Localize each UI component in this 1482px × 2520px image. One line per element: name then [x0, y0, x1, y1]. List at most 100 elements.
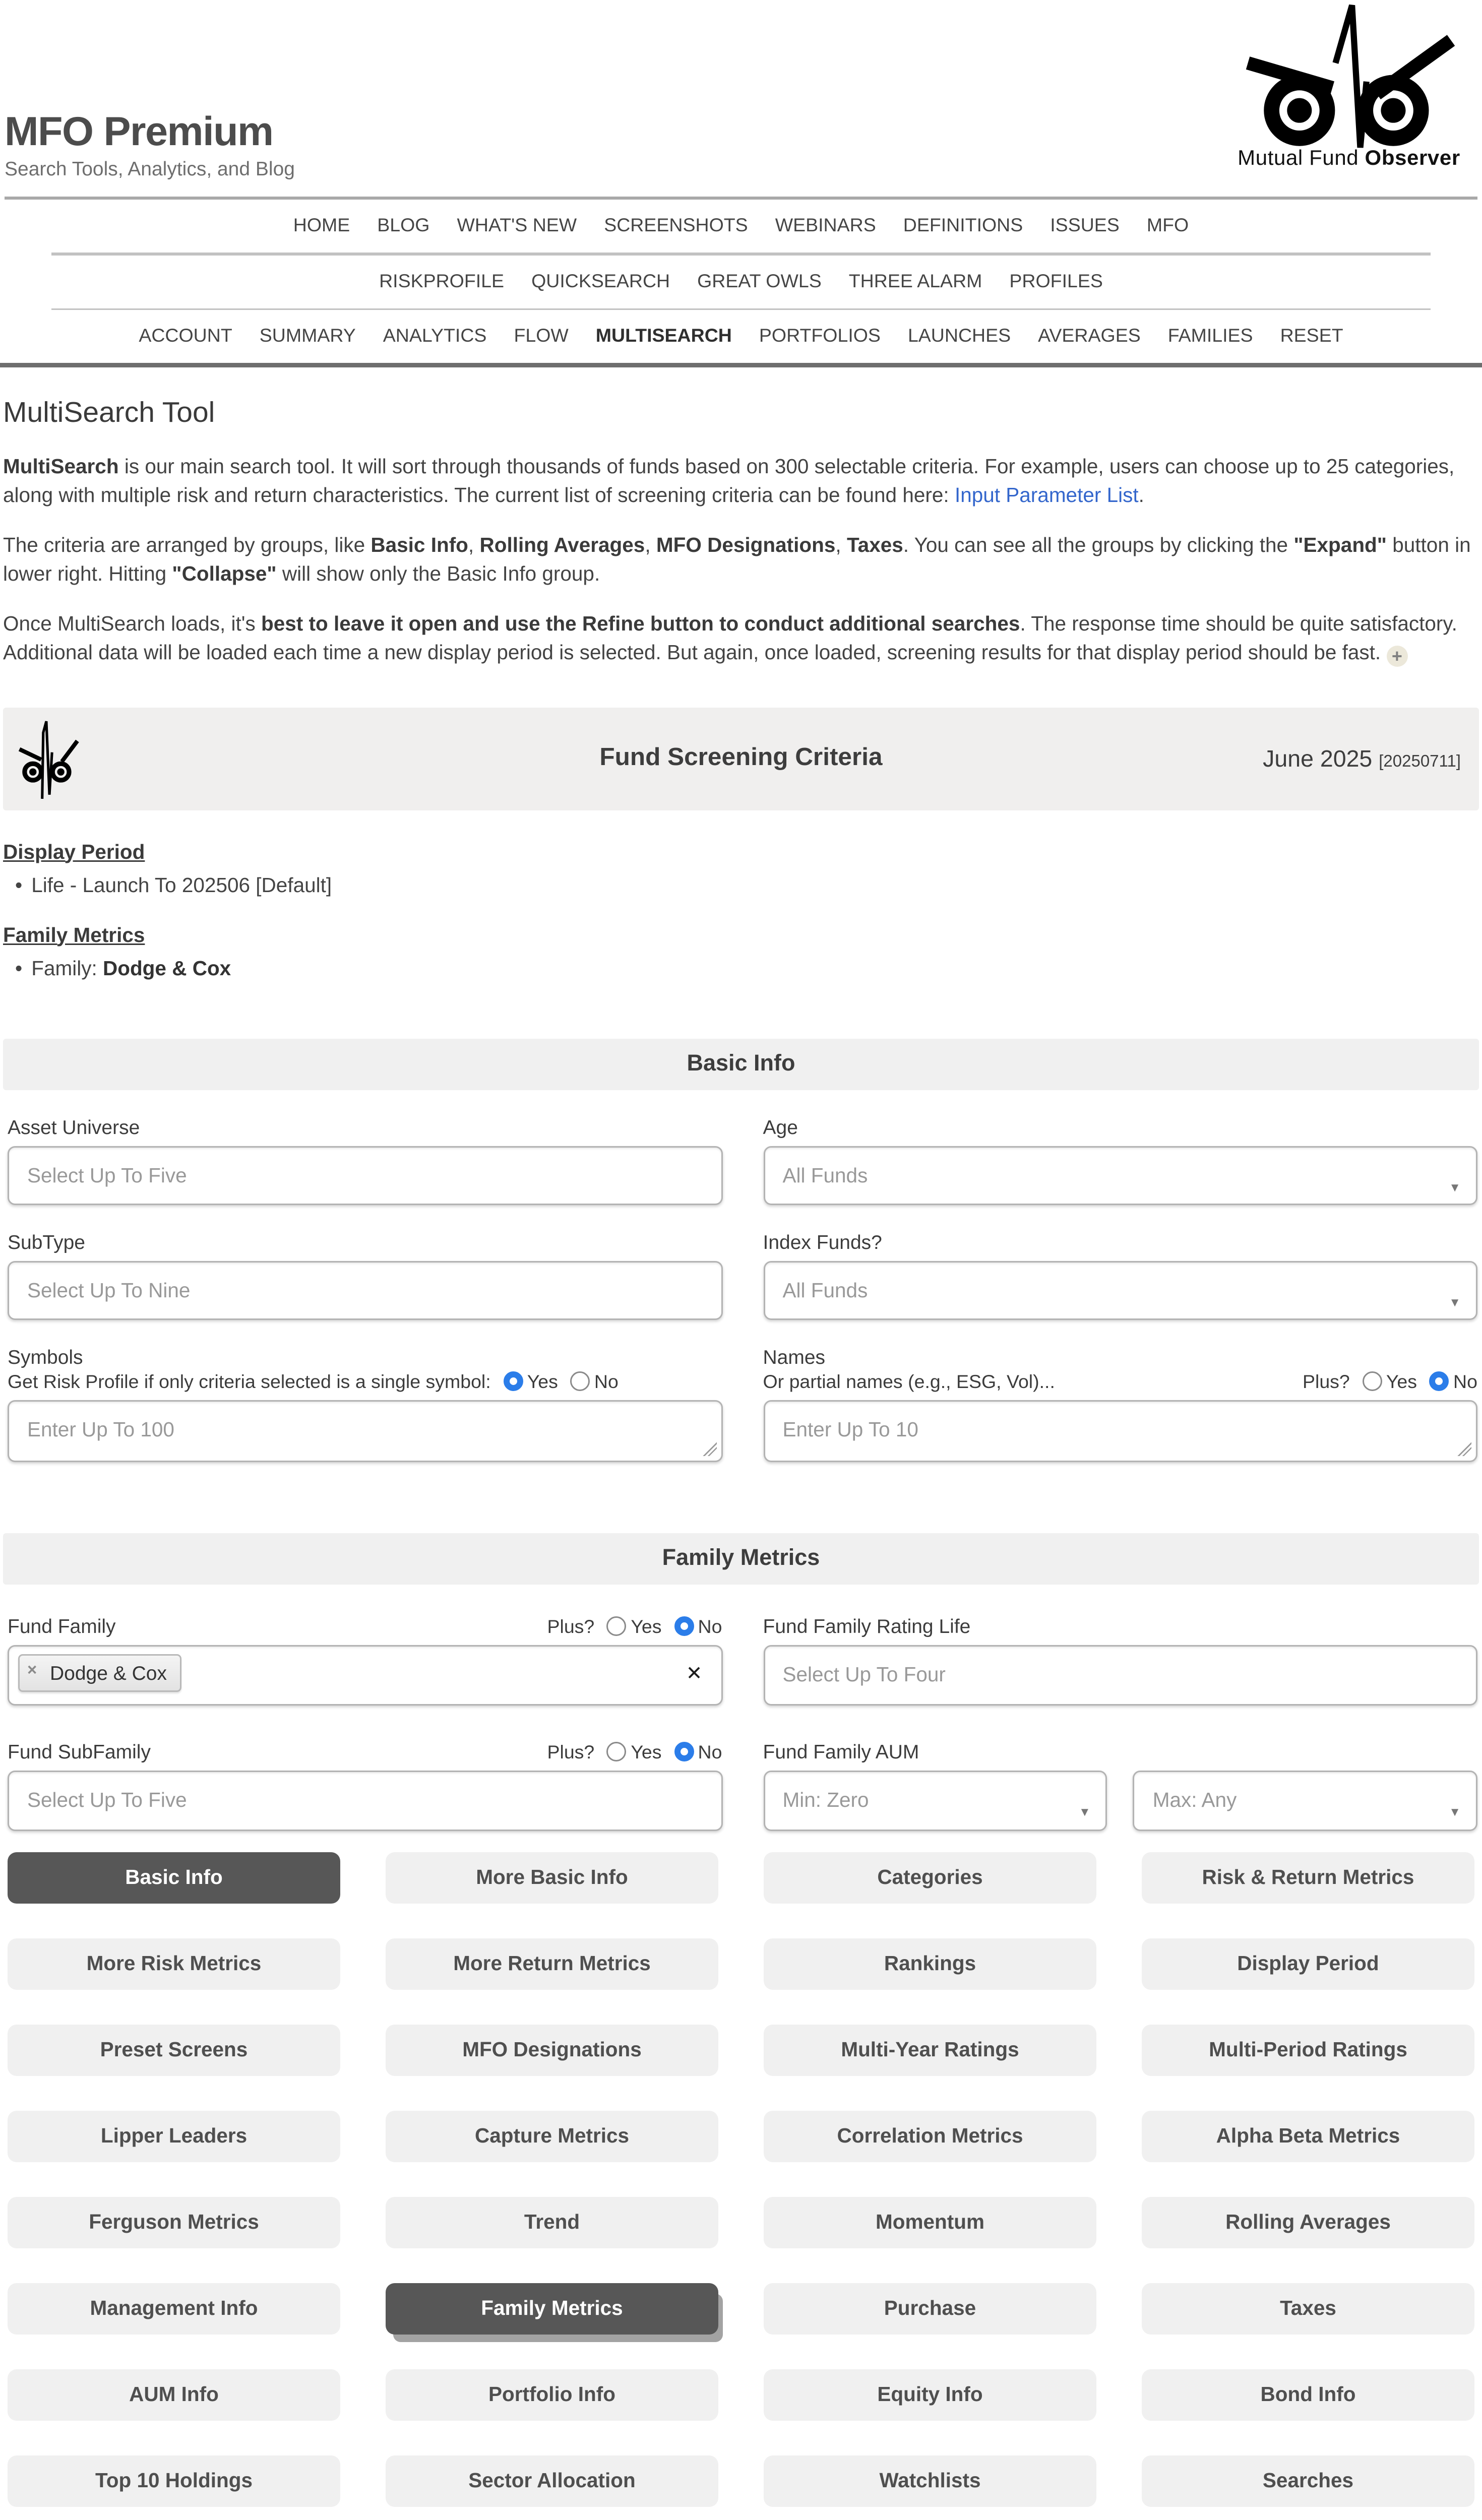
nav-row-premium: ACCOUNT SUMMARY ANALYTICS FLOW MULTISEARCH PO… [0, 310, 1482, 363]
chip-remove-icon[interactable]: × [27, 1661, 37, 1679]
nav-item[interactable]: AVERAGES [1038, 310, 1141, 363]
subfamily-plus-no-radio[interactable] [674, 1741, 694, 1761]
nav-item[interactable]: MULTISEARCH [596, 310, 732, 363]
nav-item[interactable]: ISSUES [1050, 200, 1120, 253]
fund-family-field: Fund Family Plus?YesNo ×Dodge & Cox ✕ [8, 1584, 722, 1705]
site-header: MFO Premium Search Tools, Analytics, and… [0, 0, 1482, 200]
criteria-group-button[interactable]: Multi-Period Ratings [1142, 2024, 1474, 2075]
criteria-group-button[interactable]: Alpha Beta Metrics [1142, 2110, 1474, 2162]
nav-item[interactable]: QUICKSEARCH [531, 255, 670, 308]
symbols-risk-no-radio[interactable] [570, 1371, 590, 1391]
criteria-group-button[interactable]: Lipper Leaders [8, 2110, 340, 2162]
family-metrics-section-header: Family Metrics [3, 1533, 1479, 1584]
rating-life-input[interactable] [763, 1645, 1478, 1705]
nav-item[interactable]: FAMILIES [1168, 310, 1253, 363]
criteria-group-button[interactable]: Purchase [764, 2283, 1096, 2334]
criteria-group-button[interactable]: Portfolio Info [386, 2369, 718, 2420]
nav-item[interactable]: GREAT OWLS [697, 255, 822, 308]
age-label: Age [763, 1115, 798, 1138]
criteria-group-button[interactable]: Top 10 Holdings [8, 2455, 340, 2506]
fund-family-input[interactable]: ×Dodge & Cox ✕ [8, 1645, 722, 1705]
names-plus-yes-radio[interactable] [1362, 1371, 1382, 1391]
criteria-group-button[interactable]: Risk & Return Metrics [1142, 1852, 1474, 1903]
names-plus-no-radio[interactable] [1429, 1371, 1449, 1391]
nav-item[interactable]: RESET [1280, 310, 1343, 363]
age-select[interactable]: All Funds▼ [763, 1146, 1478, 1205]
criteria-group-button[interactable]: Correlation Metrics [764, 2110, 1096, 2162]
age-field: Age All Funds▼ [763, 1090, 1478, 1205]
nav-item[interactable]: ACCOUNT [139, 310, 232, 363]
subtype-input[interactable] [8, 1261, 722, 1319]
nav-item[interactable]: WEBINARS [775, 200, 876, 253]
criteria-group-button[interactable]: Taxes [1142, 2283, 1474, 2334]
fund-family-rating-life-field: Fund Family Rating Life [763, 1584, 1478, 1705]
criteria-summary: Display Period •Life - Launch To 202506 … [3, 840, 1479, 979]
criteria-group-button[interactable]: Momentum [764, 2196, 1096, 2248]
criteria-group-button[interactable]: Bond Info [1142, 2369, 1474, 2420]
criteria-group-button[interactable]: Rankings [764, 1938, 1096, 1989]
nav-item[interactable]: SCREENSHOTS [604, 200, 748, 253]
fund-family-aum-field: Fund Family AUM Min: Zero▼ Max: Any▼ [763, 1705, 1478, 1831]
nav-item[interactable]: BLOG [377, 200, 429, 253]
nav-item[interactable]: THREE ALARM [849, 255, 982, 308]
nav-item[interactable]: DEFINITIONS [903, 200, 1023, 253]
symbols-textarea[interactable] [8, 1400, 722, 1462]
subfamily-plus-yes-radio[interactable] [606, 1741, 626, 1761]
fund-family-plus-yes-radio[interactable] [606, 1616, 626, 1635]
criteria-group-button[interactable]: Categories [764, 1852, 1096, 1903]
criteria-group-button[interactable]: Watchlists [764, 2455, 1096, 2506]
nav-item[interactable]: MFO [1147, 200, 1189, 253]
asset-universe-input[interactable] [8, 1146, 722, 1205]
symbols-field: Symbols Get Risk Profile if only criteri… [8, 1319, 722, 1469]
clear-field-icon[interactable]: ✕ [686, 1661, 703, 1685]
criteria-group-button[interactable]: MFO Designations [386, 2024, 718, 2075]
criteria-group-button[interactable]: More Basic Info [386, 1852, 718, 1903]
names-helper: Or partial names (e.g., ESG, Vol)... [763, 1371, 1055, 1392]
criteria-group-button[interactable]: AUM Info [8, 2369, 340, 2420]
aum-min-select[interactable]: Min: Zero▼ [763, 1770, 1107, 1831]
input-parameter-list-link[interactable]: Input Parameter List [955, 483, 1139, 506]
criteria-group-button[interactable]: Multi-Year Ratings [764, 2024, 1096, 2075]
criteria-group-button[interactable]: Family Metrics [386, 2283, 718, 2334]
criteria-group-button[interactable]: More Return Metrics [386, 1938, 718, 1989]
criteria-group-button[interactable]: Capture Metrics [386, 2110, 718, 2162]
fund-subfamily-input[interactable] [8, 1770, 722, 1831]
fund-family-chip: ×Dodge & Cox [18, 1654, 182, 1691]
nav-item[interactable]: FLOW [514, 310, 568, 363]
criteria-group-button[interactable]: Trend [386, 2196, 718, 2248]
nav-item[interactable]: HOME [293, 200, 350, 253]
criteria-group-button[interactable]: Sector Allocation [386, 2455, 718, 2506]
symbols-risk-yes-radio[interactable] [503, 1371, 523, 1391]
criteria-group-button[interactable]: Management Info [8, 2283, 340, 2334]
criteria-group-button[interactable]: Equity Info [764, 2369, 1096, 2420]
criteria-group-button[interactable]: Ferguson Metrics [8, 2196, 340, 2248]
nav-item[interactable]: LAUNCHES [908, 310, 1011, 363]
site-title: MFO Premium [5, 109, 295, 156]
index-funds-select[interactable]: All Funds▼ [763, 1261, 1478, 1319]
nav-item[interactable]: ANALYTICS [383, 310, 487, 363]
nav-item[interactable]: WHAT'S NEW [457, 200, 577, 253]
fund-subfamily-field: Fund SubFamily Plus?YesNo [8, 1705, 722, 1831]
site-subtitle: Search Tools, Analytics, and Blog [5, 157, 295, 180]
plus-icon[interactable]: + [1386, 645, 1407, 666]
nav-item[interactable]: PROFILES [1009, 255, 1102, 308]
criteria-group-button[interactable]: Rolling Averages [1142, 2196, 1474, 2248]
fund-screening-criteria-bar: Fund Screening Criteria June 2025 [20250… [3, 707, 1479, 810]
criteria-group-button[interactable]: Searches [1142, 2455, 1474, 2506]
fund-family-plus-no-radio[interactable] [674, 1616, 694, 1635]
site-brand: MFO Premium Search Tools, Analytics, and… [5, 109, 295, 180]
nav-item[interactable]: RISKPROFILE [379, 255, 504, 308]
names-textarea[interactable] [763, 1400, 1478, 1462]
basic-info-section-header: Basic Info [3, 1038, 1479, 1090]
screening-criteria-title: Fund Screening Criteria [3, 743, 1479, 772]
criteria-group-button[interactable]: Preset Screens [8, 2024, 340, 2075]
header-divider [5, 197, 1477, 200]
nav-item[interactable]: SUMMARY [260, 310, 356, 363]
criteria-group-button[interactable]: Basic Info [8, 1852, 340, 1903]
criteria-group-button[interactable]: Display Period [1142, 1938, 1474, 1989]
nav-item[interactable]: PORTFOLIOS [759, 310, 881, 363]
criteria-group-button[interactable]: More Risk Metrics [8, 1938, 340, 1989]
screening-stamp: [20250711] [1379, 752, 1461, 771]
nav-row-tools: RISKPROFILE QUICKSEARCH GREAT OWLS THREE AL… [0, 255, 1482, 308]
aum-max-select[interactable]: Max: Any▼ [1133, 1770, 1477, 1831]
